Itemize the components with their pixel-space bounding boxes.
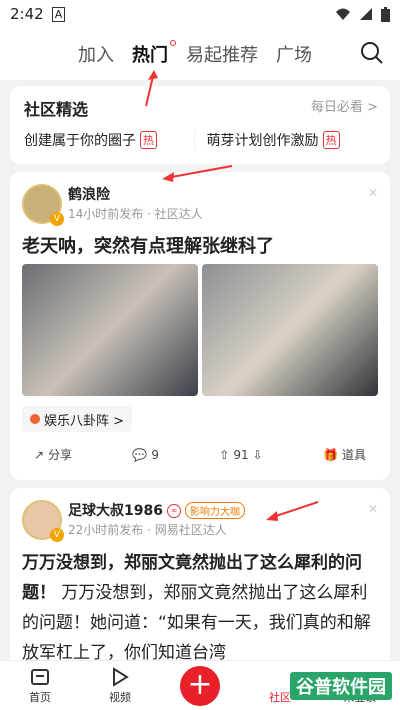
nav-home-label: 首页	[29, 690, 51, 704]
nav-community-label: 社区	[269, 690, 291, 704]
nav-publish[interactable]: +	[160, 665, 240, 706]
plus-icon: +	[180, 665, 220, 706]
community-item-label: 创建属于你的圈子	[24, 133, 136, 149]
share-button[interactable]: ↗ 分享	[34, 446, 72, 463]
comment-button[interactable]: 💬 9	[132, 448, 159, 462]
search-icon[interactable]	[360, 41, 384, 65]
post-meta: 14小时前发布 · 社区达人	[68, 207, 203, 221]
play-icon	[113, 666, 129, 687]
vote-count: 91	[233, 447, 249, 462]
post-body[interactable]: 万万没想到，郑丽文竟然抛出了这么犀利的问题！ 万万没想到，郑丽文竟然抛出了这么犀…	[22, 548, 378, 668]
post-image[interactable]	[22, 264, 198, 396]
level-badge-icon: ∞	[166, 504, 181, 518]
post-image[interactable]	[202, 264, 378, 396]
author-name[interactable]: 鹤浪险	[68, 184, 110, 204]
home-icon	[31, 668, 49, 685]
tab-hot[interactable]: 热门	[132, 40, 176, 67]
nav-video-label: 视频	[109, 690, 131, 704]
verified-icon: V	[50, 528, 64, 542]
notification-icon: A	[51, 6, 66, 22]
comment-count: 9	[151, 447, 159, 462]
signal-icon	[360, 8, 372, 20]
post-headline[interactable]: 老天呐，突然有点理解张继科了	[22, 232, 274, 258]
author-row: 足球大叔1986 ∞ 影响力大咖	[68, 500, 245, 520]
community-picks-card: 社区精选 每日必看 > 创建属于你的圈子 热 萌芽计划创作激励 热	[10, 86, 390, 164]
gift-icon: 🎁	[323, 447, 338, 462]
location-pin-icon	[30, 414, 40, 424]
community-item-label: 萌芽计划创作激励	[206, 133, 319, 149]
share-label: 分享	[48, 448, 73, 462]
tab-square[interactable]: 广场	[276, 41, 312, 67]
topic-label: 娱乐八卦阵 >	[44, 413, 125, 429]
downvote-icon[interactable]: ⇩	[253, 448, 263, 462]
influencer-badge: 影响力大咖	[184, 502, 245, 519]
props-label: 道具	[341, 448, 366, 462]
community-item-circle[interactable]: 创建属于你的圈子 热	[24, 130, 194, 150]
props-button[interactable]: 🎁 道具	[323, 446, 366, 463]
post-meta: 22小时前发布 · 网易社区达人	[68, 523, 227, 537]
comment-icon: 💬	[132, 447, 148, 462]
daily-must-see-link[interactable]: 每日必看 >	[311, 96, 378, 115]
status-icons	[335, 6, 390, 22]
share-icon: ↗	[34, 447, 45, 462]
status-bar: 2:42 A	[0, 0, 400, 28]
nav-video[interactable]: 视频	[80, 666, 160, 705]
tab-hot-label: 热门	[132, 45, 168, 66]
vote-group: ⇧ 91 ⇩	[219, 448, 262, 462]
status-time: 2:42	[10, 5, 44, 23]
tab-recommend[interactable]: 易起推荐	[186, 41, 258, 67]
topic-tag[interactable]: 娱乐八卦阵 >	[22, 406, 133, 432]
top-nav: 加入 热门 易起推荐 广场	[0, 28, 400, 80]
hot-badge: 热	[140, 131, 157, 149]
upvote-icon[interactable]: ⇧	[219, 448, 229, 462]
new-dot-icon	[170, 40, 176, 46]
wifi-icon	[336, 8, 350, 20]
close-icon[interactable]: ✕	[368, 186, 378, 200]
nav-home[interactable]: 首页	[0, 667, 80, 705]
community-title: 社区精选	[24, 100, 89, 119]
watermark-logo: 谷普软件园	[290, 672, 392, 700]
battery-icon	[381, 6, 390, 22]
verified-icon: V	[50, 212, 64, 226]
community-item-sprout[interactable]: 萌芽计划创作激励 热	[193, 130, 377, 150]
tab-join[interactable]: 加入	[78, 41, 114, 67]
hot-badge: 热	[322, 131, 340, 149]
author-name[interactable]: 足球大叔1986	[68, 503, 163, 519]
post-text: 万万没想到，郑丽文竟然抛出了这么犀利的问题！她问道：“如果有一天，我们真的和解放…	[22, 583, 371, 663]
close-icon[interactable]: ✕	[368, 502, 378, 516]
post-card: V 鹤浪险 14小时前发布 · 社区达人 ✕ 老天呐，突然有点理解张继科了 娱乐…	[10, 172, 390, 480]
